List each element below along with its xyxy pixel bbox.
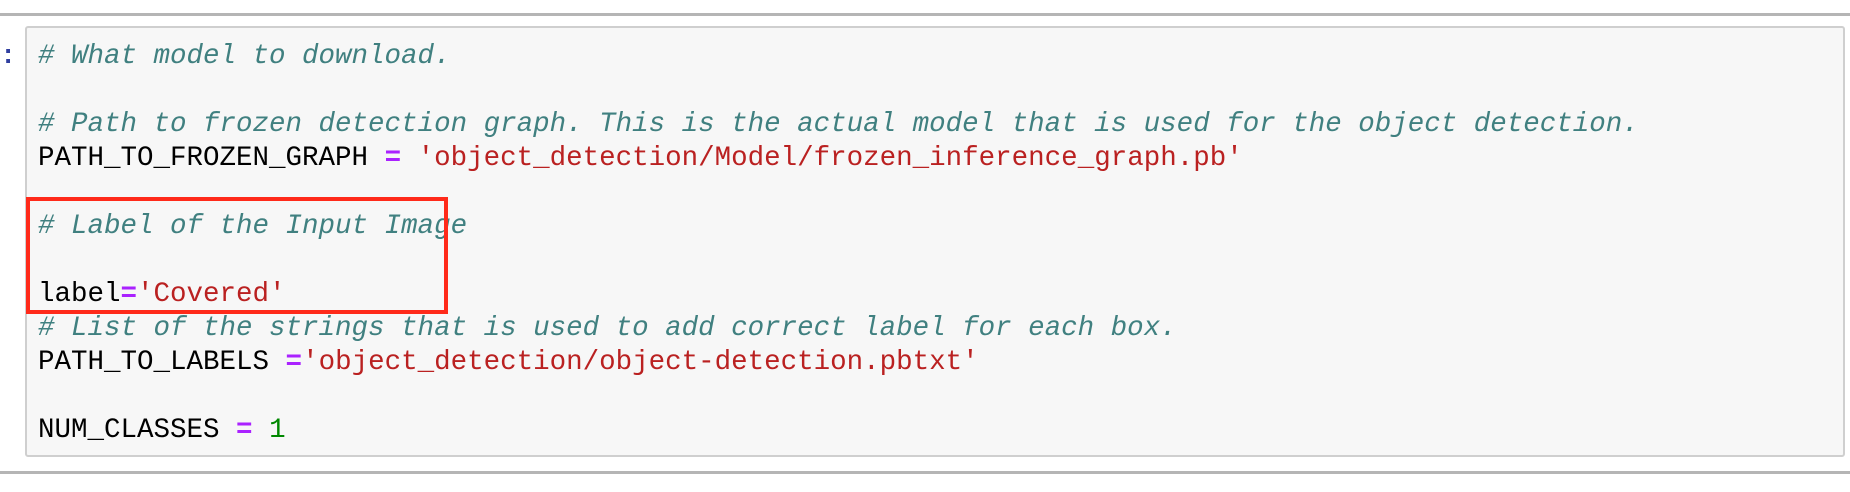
operator: = [236, 415, 253, 446]
string: 'object_detection/object-detection.pbtxt… [302, 347, 979, 378]
code-line-3: # Path to frozen detection graph. This i… [38, 108, 1639, 142]
operator: = [285, 347, 303, 378]
code-line-9: # List of the strings that is used to ad… [38, 312, 1639, 346]
cell-top-separator [0, 13, 1850, 16]
number: 1 [252, 415, 286, 446]
variable: PATH_TO_FROZEN_GRAPH [38, 143, 385, 174]
code-line-12: NUM_CLASSES = 1 [38, 414, 1639, 448]
comment: # What model to download. [38, 41, 451, 72]
cell-bottom-separator [0, 471, 1850, 474]
string: 'object_detection/Model/frozen_inference… [401, 143, 1243, 174]
code-line-10: PATH_TO_LABELS ='object_detection/object… [38, 346, 1639, 380]
variable: NUM_CLASSES [38, 415, 237, 446]
comment: # List of the strings that is used to ad… [38, 313, 1177, 344]
code-line-1: # What model to download. [38, 40, 1639, 74]
cell-prompt: : [0, 42, 17, 72]
operator: = [384, 143, 402, 174]
highlight-annotation-box [26, 197, 448, 314]
code-line-4: PATH_TO_FROZEN_GRAPH = 'object_detection… [38, 142, 1639, 176]
variable: PATH_TO_LABELS [38, 347, 286, 378]
comment: # Path to frozen detection graph. This i… [38, 109, 1639, 140]
